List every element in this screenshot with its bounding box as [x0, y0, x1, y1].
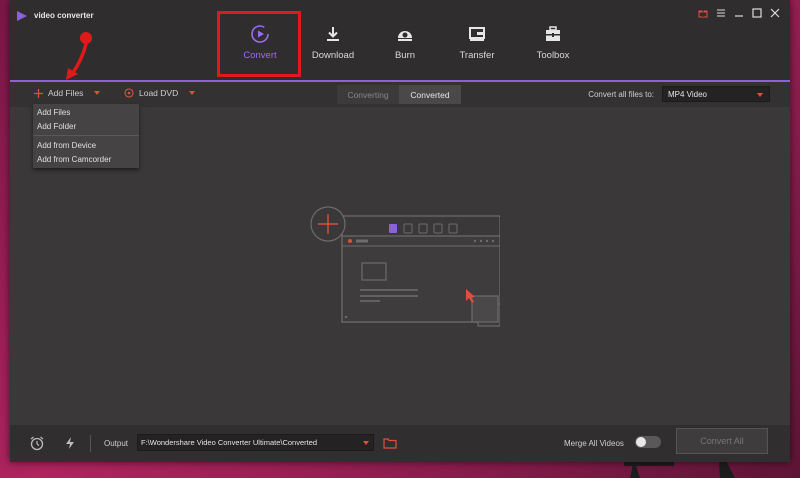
- bottom-divider: [90, 435, 91, 452]
- tab-converting[interactable]: Converting: [337, 85, 399, 104]
- output-label: Output: [104, 439, 129, 448]
- load-dvd-label: Load DVD: [139, 88, 179, 98]
- output-path-value: F:\Wondershare Video Converter Ultimate\…: [141, 438, 318, 447]
- nav-transfer-label: Transfer: [459, 50, 495, 61]
- dvd-icon: [124, 88, 134, 98]
- output-path-select[interactable]: F:\Wondershare Video Converter Ultimate\…: [137, 434, 374, 451]
- top-navigation-bar: video converter Convert Download Burn Tr…: [10, 0, 790, 80]
- annotation-pointer-icon: [66, 32, 92, 80]
- menu-item-add-from-device[interactable]: Add from Device: [37, 141, 96, 150]
- lightning-icon[interactable]: [62, 435, 78, 451]
- app-window: video converter Convert Download Burn Tr…: [10, 0, 790, 462]
- add-files-label: Add Files: [48, 88, 84, 98]
- burn-icon: [398, 31, 412, 41]
- load-dvd-button[interactable]: Load DVD: [124, 88, 196, 98]
- merge-all-videos-toggle[interactable]: [635, 436, 661, 448]
- app-title: video converter: [34, 11, 94, 20]
- menu-item-add-folder[interactable]: Add Folder: [37, 122, 76, 131]
- chevron-down-icon[interactable]: [189, 91, 196, 95]
- app-logo-icon: [17, 11, 27, 21]
- download-icon: [327, 27, 339, 41]
- nav-transfer[interactable]: Transfer: [442, 24, 512, 68]
- empty-state-illustration: [310, 206, 500, 327]
- transfer-icon: [469, 27, 485, 41]
- convert-all-button[interactable]: Convert All: [676, 428, 768, 454]
- nav-download-label: Download: [311, 50, 355, 61]
- output-format-value: MP4 Video: [668, 90, 707, 99]
- add-files-dropdown: Add Files Add Folder Add from Device Add…: [33, 104, 139, 168]
- merge-all-videos-label: Merge All Videos: [564, 439, 624, 448]
- menu-divider: [33, 135, 139, 136]
- window-controls: [698, 8, 780, 18]
- nav-download[interactable]: Download: [298, 24, 368, 68]
- nav-toolbox[interactable]: Toolbox: [518, 24, 588, 68]
- output-format-select[interactable]: MP4 Video: [662, 86, 770, 102]
- gift-icon[interactable]: [698, 8, 708, 18]
- add-files-button[interactable]: Add Files: [34, 88, 101, 98]
- maximize-icon[interactable]: [752, 8, 762, 18]
- bottom-bar: Output F:\Wondershare Video Converter Ul…: [10, 425, 790, 462]
- plus-icon: [34, 88, 43, 98]
- tab-converted[interactable]: Converted: [399, 85, 461, 104]
- menu-item-add-files[interactable]: Add Files: [37, 108, 70, 117]
- convert-all-files-label: Convert all files to:: [588, 90, 654, 99]
- folder-icon[interactable]: [383, 436, 397, 450]
- schedule-alarm-icon[interactable]: [29, 435, 45, 451]
- nav-toolbox-label: Toolbox: [536, 50, 570, 61]
- convert-highlight-box: [217, 11, 301, 77]
- close-icon[interactable]: [770, 8, 780, 18]
- nav-burn-label: Burn: [394, 50, 416, 61]
- nav-burn[interactable]: Burn: [370, 24, 440, 68]
- toolbox-icon: [546, 26, 560, 41]
- menu-icon[interactable]: [716, 8, 726, 18]
- toggle-knob: [636, 437, 646, 447]
- menu-item-add-from-camcorder[interactable]: Add from Camcorder: [37, 155, 111, 164]
- chevron-down-icon: [757, 93, 763, 97]
- minimize-icon[interactable]: [734, 8, 744, 18]
- chevron-down-icon: [363, 441, 369, 445]
- chevron-down-icon[interactable]: [94, 91, 101, 95]
